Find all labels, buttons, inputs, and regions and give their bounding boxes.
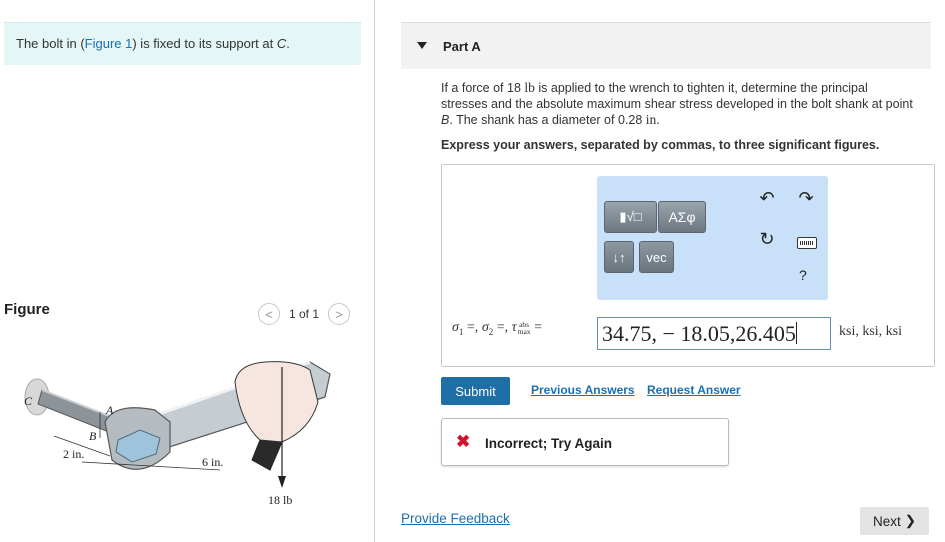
reset-icon[interactable]: ↻	[756, 228, 778, 250]
sleeve	[251, 439, 283, 471]
incorrect-icon: ✖	[456, 432, 471, 451]
sigma1-symbol: σ	[452, 320, 459, 335]
label-force: 18 lb	[268, 493, 292, 507]
feedback-box: ✖ Incorrect; Try Again	[441, 418, 729, 466]
figure-pager: < 1 of 1 >	[258, 303, 351, 325]
part-title: Part A	[443, 39, 481, 54]
label-dim-2in: 2 in.	[63, 447, 84, 461]
answer-units: ksi, ksi, ksi	[839, 324, 903, 339]
force-unit: lb	[524, 80, 535, 95]
left-panel: The bolt in (Figure 1) is fixed to its s…	[0, 0, 372, 542]
chevron-right-icon: ❯	[904, 513, 917, 528]
previous-answers-link[interactable]: Previous Answers	[531, 383, 635, 397]
sep-1: =,	[463, 320, 482, 335]
intro-end: .	[286, 36, 290, 51]
question-part-3: . The shank has a diameter of 0.28	[449, 113, 646, 127]
equals-sign: =	[534, 320, 542, 335]
figure-link[interactable]: Figure 1	[85, 36, 133, 51]
next-figure-button[interactable]: >	[328, 303, 351, 325]
vec-button[interactable]: vec	[639, 241, 674, 273]
prev-figure-button[interactable]: <	[258, 303, 280, 325]
answer-input[interactable]: 34.75, − 18.05,26.405	[597, 317, 831, 350]
intro-point: C	[276, 36, 287, 51]
label-b: B	[89, 429, 97, 443]
answer-label: σ1 =, σ2 =, τ abs max =	[452, 320, 542, 337]
collapse-caret-icon[interactable]	[417, 42, 427, 49]
math-toolbar: ▮√□ ΑΣφ ↓↑ vec ↶ ↷ ↻ ?	[597, 176, 828, 300]
diameter-unit: in.	[645, 112, 660, 127]
templates-button[interactable]: ▮√□	[604, 201, 657, 233]
feedback-message: Incorrect; Try Again	[485, 436, 613, 451]
part-a-header[interactable]: Part A	[401, 22, 931, 69]
instruction-text: Express your answers, separated by comma…	[441, 138, 880, 152]
keyboard-icon[interactable]	[797, 237, 817, 249]
figure-label: Figure	[4, 301, 50, 318]
problem-intro: The bolt in (Figure 1) is fixed to its s…	[4, 22, 361, 65]
redo-icon[interactable]: ↷	[795, 187, 817, 209]
provide-feedback-link[interactable]: Provide Feedback	[401, 511, 510, 526]
hand	[234, 361, 319, 443]
label-dim-6in: 6 in.	[202, 455, 223, 469]
sigma2-symbol: σ	[481, 320, 489, 335]
tau-subscript: abs max	[517, 321, 531, 336]
answer-value: 34.75, − 18.05,26.405	[602, 321, 796, 346]
undo-icon[interactable]: ↶	[756, 187, 778, 209]
next-button[interactable]: Next ❯	[860, 507, 929, 535]
request-answer-link[interactable]: Request Answer	[647, 383, 741, 397]
tau-sub-bottom: max	[517, 326, 531, 336]
intro-text-2: ) is fixed to its support at	[132, 36, 277, 51]
help-icon[interactable]: ?	[799, 267, 807, 283]
label-c: C	[24, 394, 33, 408]
intro-text: The bolt in (	[16, 36, 85, 51]
symbols-button[interactable]: ΑΣφ	[658, 201, 706, 233]
arrows-button[interactable]: ↓↑	[604, 241, 634, 273]
submit-button[interactable]: Submit	[441, 377, 510, 405]
force-arrowhead	[278, 476, 286, 488]
label-a: A	[105, 403, 114, 417]
next-label: Next	[872, 513, 901, 529]
text-cursor	[795, 322, 797, 344]
question-text: If a force of 18 lb is applied to the wr…	[441, 80, 916, 129]
question-part-1: If a force of 18	[441, 81, 525, 95]
wrench-figure: C A B 2 in. 6 in. 18 lb	[24, 360, 331, 507]
sep-2: =,	[493, 320, 512, 335]
column-divider	[374, 0, 375, 542]
tau-symbol: τ	[511, 320, 517, 335]
pager-text: 1 of 1	[289, 307, 320, 321]
